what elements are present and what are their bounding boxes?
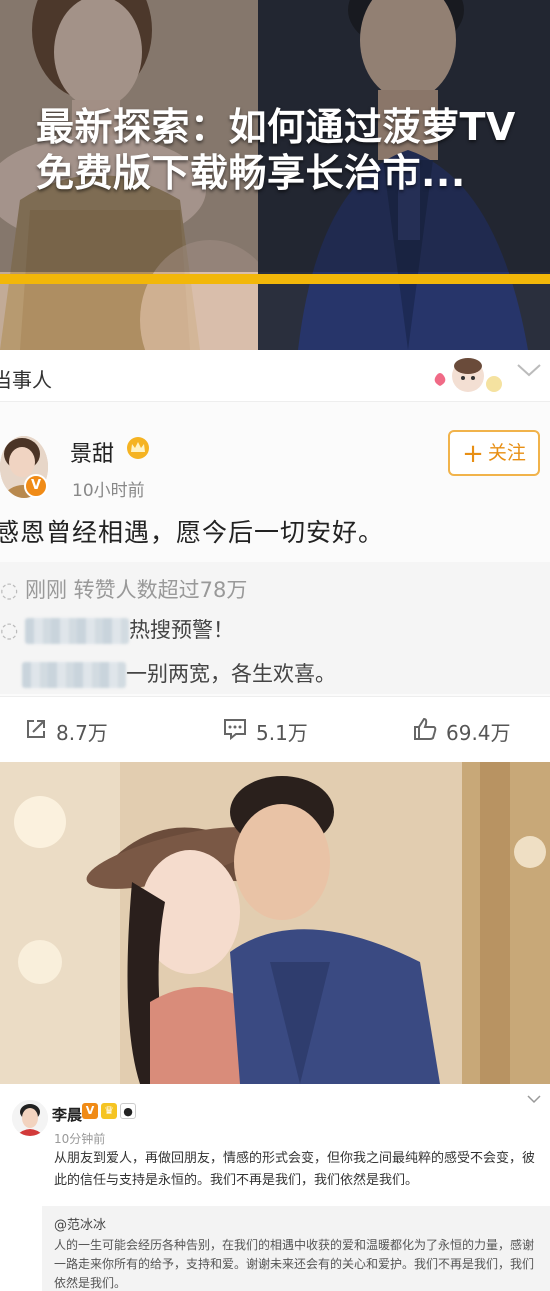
quoted-text: 人的一生可能会经历各种告别，在我们的相遇中收获的爱和温暖都化为了永恒的力量，感谢… [54,1238,535,1290]
post-text: 从朋友到爱人，再做回朋友，情感的形式会变，但你我之间最纯粹的感受不会变，彼此的信… [54,1151,536,1188]
like-count: 69.4万 [446,721,511,745]
chevron-down-icon[interactable] [526,1090,542,1109]
post-time: 10分钟前 [54,1132,106,1146]
weibo-post-2: 李晨 V ♛ ● 10分钟前 从朋友到爱人，再做回朋友，情感的形式会变，但你我之… [0,1084,550,1291]
retweet-box[interactable]: ◌ 刚刚 转赞人数超过78万 ◌ 热搜预警！ 一别两宽，各生欢喜。 [0,562,550,694]
quoted-author[interactable]: @范冰冰 [54,1214,106,1233]
like-icon [412,717,438,746]
comment-count: 5.1万 [256,721,308,745]
plus-icon: + [462,439,484,469]
share-icon [24,717,48,746]
topic-label: 当事人 [0,368,52,392]
sticker-icon [430,354,506,402]
author-name[interactable]: 景甜 [70,436,114,468]
weibo-post: 当事人 V 景甜 10小时前 + 关注 感恩曾经相遇，愿今后一切安好。 ◌ 刚刚… [0,350,550,762]
post-text: 感恩曾经相遇，愿今后一切安好。 [0,518,385,547]
author-name[interactable]: 李晨 [52,1104,82,1125]
follow-button[interactable]: + 关注 [448,430,540,476]
panda-icon: ● [120,1103,136,1119]
action-bar: 8.7万 5.1万 69.4万 [0,696,550,762]
repost-count: 8.7万 [56,721,108,745]
blurred-username [25,618,129,644]
retweet-line-3: 一别两宽，各生欢喜。 [0,658,336,688]
retweet-prefix-icon: ◌ [0,618,25,642]
couple-photo [0,762,550,1084]
comment-button[interactable]: 5.1万 [222,717,308,746]
retweet-line-2: ◌ 热搜预警！ [0,618,234,644]
avatar[interactable] [12,1100,48,1136]
chevron-down-icon[interactable] [516,360,542,384]
crown-icon [126,436,150,464]
verified-icon: V [24,474,48,498]
retweet-prefix-icon: ◌ [0,578,25,602]
like-button[interactable]: 69.4万 [412,717,511,746]
hero-accent-bar [0,274,550,284]
hero-title[interactable]: 最新探索：如何通过菠萝TV免费版下载畅享长治市... [36,104,526,196]
badges: V ♛ ● [82,1103,136,1119]
retweet-line-1: ◌ 刚刚 转赞人数超过78万 [0,578,248,602]
quoted-post[interactable]: @范冰冰 人的一生可能会经历各种告别，在我们的相遇中收获的爱和温暖都化为了永恒的… [42,1206,550,1291]
follow-label: 关注 [487,442,526,464]
crown-icon: ♛ [101,1103,117,1119]
hero-banner[interactable]: 最新探索：如何通过菠萝TV免费版下载畅享长治市... [0,0,550,350]
topic-header[interactable]: 当事人 [0,350,550,402]
repost-button[interactable]: 8.7万 [24,717,108,746]
post-time: 10小时前 [72,481,145,501]
blurred-username [22,662,126,688]
verified-icon: V [82,1103,98,1119]
comment-icon [222,717,248,746]
